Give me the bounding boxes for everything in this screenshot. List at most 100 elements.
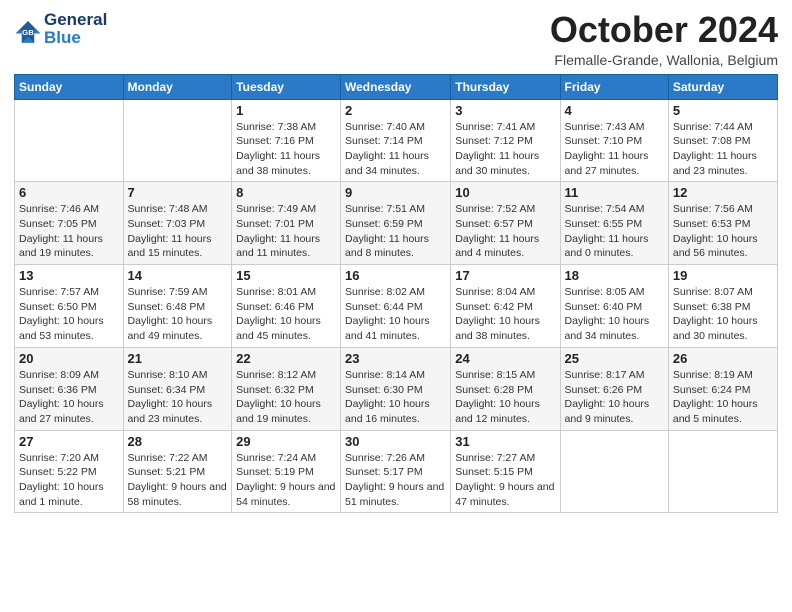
cell-info: Sunrise: 8:14 AMSunset: 6:30 PMDaylight:… — [345, 368, 446, 427]
calendar-cell: 13Sunrise: 7:57 AMSunset: 6:50 PMDayligh… — [15, 265, 124, 348]
calendar-week-4: 20 Sunrise: 8:09 AMSunset: 6:36 PMDayligh… — [15, 347, 778, 430]
calendar-cell: 11 Sunrise: 7:54 AMSunset: 6:55 PMDayligh… — [560, 182, 668, 265]
calendar-cell: 24Sunrise: 8:15 AMSunset: 6:28 PMDayligh… — [451, 347, 560, 430]
day-number: 9 — [345, 185, 446, 200]
logo-icon: GB — [14, 18, 42, 46]
calendar-header-row: SundayMondayTuesdayWednesdayThursdayFrid… — [15, 74, 778, 99]
day-number: 11 — [565, 185, 664, 200]
calendar-cell: 9 Sunrise: 7:51 AMSunset: 6:59 PMDaylight… — [341, 182, 451, 265]
calendar-cell: 26 Sunrise: 8:19 AMSunset: 6:24 PMDayligh… — [668, 347, 777, 430]
logo-text: General Blue — [44, 10, 107, 46]
logo: GB General Blue — [14, 10, 107, 46]
day-number: 6 — [19, 185, 119, 200]
cell-info: Sunrise: 7:48 AMSunset: 7:03 PMDaylight:… — [128, 202, 228, 261]
day-number: 2 — [345, 103, 446, 118]
month-title: October 2024 — [550, 10, 778, 50]
day-header-thursday: Thursday — [451, 74, 560, 99]
day-number: 26 — [673, 351, 773, 366]
header: GB General Blue October 2024 Flemalle-Gr… — [14, 10, 778, 68]
day-number: 3 — [455, 103, 555, 118]
day-number: 19 — [673, 268, 773, 283]
calendar-week-1: 1 Sunrise: 7:38 AMSunset: 7:16 PMDaylight… — [15, 99, 778, 182]
calendar-cell — [15, 99, 124, 182]
day-header-monday: Monday — [123, 74, 232, 99]
calendar-cell: 18Sunrise: 8:05 AMSunset: 6:40 PMDayligh… — [560, 265, 668, 348]
svg-text:GB: GB — [22, 28, 34, 37]
cell-info: Sunrise: 7:41 AMSunset: 7:12 PMDaylight:… — [455, 120, 555, 179]
day-number: 14 — [128, 268, 228, 283]
day-number: 28 — [128, 434, 228, 449]
calendar-table: SundayMondayTuesdayWednesdayThursdayFrid… — [14, 74, 778, 514]
calendar-cell: 15 Sunrise: 8:01 AMSunset: 6:46 PMDayligh… — [232, 265, 341, 348]
calendar-cell: 19 Sunrise: 8:07 AMSunset: 6:38 PMDayligh… — [668, 265, 777, 348]
title-area: October 2024 Flemalle-Grande, Wallonia, … — [550, 10, 778, 68]
cell-info: Sunrise: 7:54 AMSunset: 6:55 PMDaylight:… — [565, 202, 664, 261]
page: GB General Blue October 2024 Flemalle-Gr… — [0, 0, 792, 612]
calendar-cell: 20 Sunrise: 8:09 AMSunset: 6:36 PMDayligh… — [15, 347, 124, 430]
cell-info: Sunrise: 8:04 AMSunset: 6:42 PMDaylight:… — [455, 285, 555, 344]
cell-info: Sunrise: 7:27 AMSunset: 5:15 PMDaylight:… — [455, 451, 555, 510]
day-number: 27 — [19, 434, 119, 449]
cell-info: Sunrise: 7:20 AMSunset: 5:22 PMDaylight:… — [19, 451, 119, 510]
day-number: 17 — [455, 268, 555, 283]
cell-info: Sunrise: 7:51 AMSunset: 6:59 PMDaylight:… — [345, 202, 446, 261]
cell-info: Sunrise: 7:46 AMSunset: 7:05 PMDaylight:… — [19, 202, 119, 261]
day-header-tuesday: Tuesday — [232, 74, 341, 99]
calendar-cell: 12Sunrise: 7:56 AMSunset: 6:53 PMDayligh… — [668, 182, 777, 265]
cell-info: Sunrise: 8:12 AMSunset: 6:32 PMDaylight:… — [236, 368, 336, 427]
day-number: 16 — [345, 268, 446, 283]
calendar-cell: 14Sunrise: 7:59 AMSunset: 6:48 PMDayligh… — [123, 265, 232, 348]
logo-blue: Blue — [44, 28, 81, 47]
calendar-cell: 31 Sunrise: 7:27 AMSunset: 5:15 PMDayligh… — [451, 430, 560, 513]
cell-info: Sunrise: 7:38 AMSunset: 7:16 PMDaylight:… — [236, 120, 336, 179]
cell-info: Sunrise: 8:19 AMSunset: 6:24 PMDaylight:… — [673, 368, 773, 427]
calendar-cell: 5 Sunrise: 7:44 AMSunset: 7:08 PMDaylight… — [668, 99, 777, 182]
calendar-week-5: 27 Sunrise: 7:20 AMSunset: 5:22 PMDayligh… — [15, 430, 778, 513]
calendar-cell — [560, 430, 668, 513]
day-number: 23 — [345, 351, 446, 366]
calendar-cell: 27 Sunrise: 7:20 AMSunset: 5:22 PMDayligh… — [15, 430, 124, 513]
day-number: 5 — [673, 103, 773, 118]
calendar-cell: 7Sunrise: 7:48 AMSunset: 7:03 PMDaylight… — [123, 182, 232, 265]
day-number: 8 — [236, 185, 336, 200]
day-number: 4 — [565, 103, 664, 118]
day-number: 12 — [673, 185, 773, 200]
day-number: 24 — [455, 351, 555, 366]
calendar-cell: 29Sunrise: 7:24 AMSunset: 5:19 PMDayligh… — [232, 430, 341, 513]
cell-info: Sunrise: 8:07 AMSunset: 6:38 PMDaylight:… — [673, 285, 773, 344]
day-number: 15 — [236, 268, 336, 283]
calendar-cell: 22 Sunrise: 8:12 AMSunset: 6:32 PMDayligh… — [232, 347, 341, 430]
cell-info: Sunrise: 8:02 AMSunset: 6:44 PMDaylight:… — [345, 285, 446, 344]
calendar-cell: 2Sunrise: 7:40 AMSunset: 7:14 PMDaylight… — [341, 99, 451, 182]
cell-info: Sunrise: 8:17 AMSunset: 6:26 PMDaylight:… — [565, 368, 664, 427]
cell-info: Sunrise: 8:01 AMSunset: 6:46 PMDaylight:… — [236, 285, 336, 344]
calendar-cell: 10Sunrise: 7:52 AMSunset: 6:57 PMDayligh… — [451, 182, 560, 265]
day-number: 30 — [345, 434, 446, 449]
cell-info: Sunrise: 7:44 AMSunset: 7:08 PMDaylight:… — [673, 120, 773, 179]
cell-info: Sunrise: 8:10 AMSunset: 6:34 PMDaylight:… — [128, 368, 228, 427]
calendar-cell: 3 Sunrise: 7:41 AMSunset: 7:12 PMDaylight… — [451, 99, 560, 182]
day-header-saturday: Saturday — [668, 74, 777, 99]
day-number: 31 — [455, 434, 555, 449]
day-number: 22 — [236, 351, 336, 366]
day-number: 1 — [236, 103, 336, 118]
cell-info: Sunrise: 7:24 AMSunset: 5:19 PMDaylight:… — [236, 451, 336, 510]
cell-info: Sunrise: 7:43 AMSunset: 7:10 PMDaylight:… — [565, 120, 664, 179]
day-number: 21 — [128, 351, 228, 366]
calendar-cell: 30 Sunrise: 7:26 AMSunset: 5:17 PMDayligh… — [341, 430, 451, 513]
calendar-cell: 21 Sunrise: 8:10 AMSunset: 6:34 PMDayligh… — [123, 347, 232, 430]
day-header-friday: Friday — [560, 74, 668, 99]
day-header-sunday: Sunday — [15, 74, 124, 99]
cell-info: Sunrise: 8:05 AMSunset: 6:40 PMDaylight:… — [565, 285, 664, 344]
calendar-cell: 17 Sunrise: 8:04 AMSunset: 6:42 PMDayligh… — [451, 265, 560, 348]
cell-info: Sunrise: 7:26 AMSunset: 5:17 PMDaylight:… — [345, 451, 446, 510]
cell-info: Sunrise: 7:49 AMSunset: 7:01 PMDaylight:… — [236, 202, 336, 261]
cell-info: Sunrise: 8:09 AMSunset: 6:36 PMDaylight:… — [19, 368, 119, 427]
day-number: 20 — [19, 351, 119, 366]
calendar-cell: 4 Sunrise: 7:43 AMSunset: 7:10 PMDaylight… — [560, 99, 668, 182]
calendar-week-2: 6 Sunrise: 7:46 AMSunset: 7:05 PMDaylight… — [15, 182, 778, 265]
calendar-cell: 28 Sunrise: 7:22 AMSunset: 5:21 PMDayligh… — [123, 430, 232, 513]
calendar-cell — [123, 99, 232, 182]
day-header-wednesday: Wednesday — [341, 74, 451, 99]
cell-info: Sunrise: 7:22 AMSunset: 5:21 PMDaylight:… — [128, 451, 228, 510]
